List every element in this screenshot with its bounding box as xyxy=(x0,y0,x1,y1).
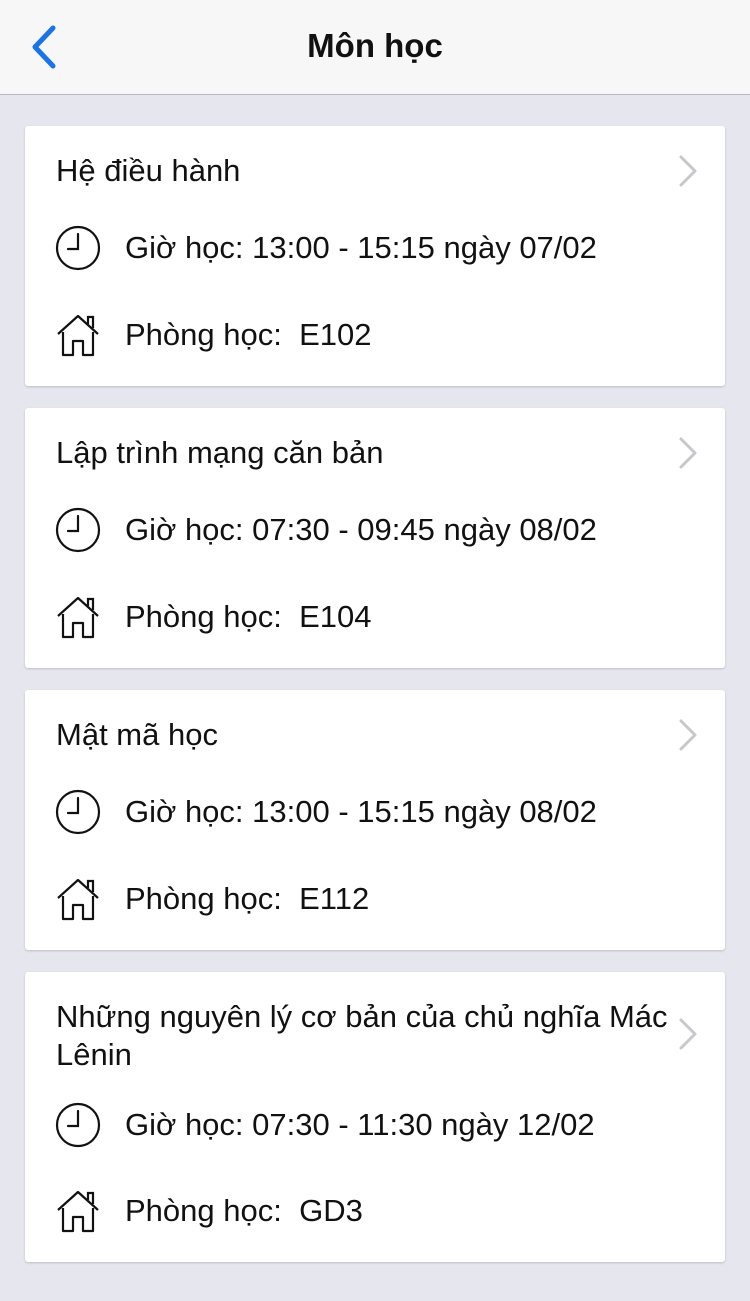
class-time-row: Giờ học: 07:30 - 09:45 ngày 08/02 xyxy=(55,507,597,553)
time-value: 13:00 - 15:15 ngày 08/02 xyxy=(252,794,597,829)
house-icon xyxy=(55,594,101,640)
class-time-row: Giờ học: 13:00 - 15:15 ngày 07/02 xyxy=(55,225,597,271)
time-label: Giờ học: xyxy=(125,230,244,265)
classroom-row: Phòng học: E102 xyxy=(55,312,372,358)
class-time-row: Giờ học: 13:00 - 15:15 ngày 08/02 xyxy=(55,789,597,835)
room-value: E102 xyxy=(299,317,372,352)
course-name: Lập trình mạng căn bản xyxy=(56,435,384,470)
navigation-bar: Môn học xyxy=(0,0,750,95)
course-name: Hệ điều hành xyxy=(56,153,241,188)
room-value: E112 xyxy=(299,881,370,916)
house-icon xyxy=(55,1188,101,1234)
time-value: 07:30 - 11:30 ngày 12/02 xyxy=(252,1107,595,1142)
chevron-right-icon xyxy=(677,154,699,188)
time-label: Giờ học: xyxy=(125,794,244,829)
course-name: Những nguyên lý cơ bản của chủ nghĩa Mác… xyxy=(56,999,668,1072)
time-label: Giờ học: xyxy=(125,512,244,547)
clock-icon xyxy=(55,225,101,271)
time-label: Giờ học: xyxy=(125,1107,244,1142)
classroom-row: Phòng học: GD3 xyxy=(55,1188,363,1234)
room-label: Phòng học: xyxy=(125,1193,282,1228)
room-value: E104 xyxy=(299,599,372,634)
classroom-row: Phòng học: E104 xyxy=(55,594,372,640)
course-card[interactable]: Mật mã học Giờ học: 13:00 - 15:15 ngày 0… xyxy=(25,690,725,950)
house-icon xyxy=(55,312,101,358)
room-label: Phòng học: xyxy=(125,599,282,634)
chevron-right-icon xyxy=(677,1017,699,1051)
chevron-right-icon xyxy=(677,718,699,752)
course-card[interactable]: Lập trình mạng căn bản Giờ học: 07:30 - … xyxy=(25,408,725,668)
classroom-row: Phòng học: E112 xyxy=(55,876,369,922)
course-name: Mật mã học xyxy=(56,717,218,752)
page-title: Môn học xyxy=(307,27,443,64)
course-list: Hệ điều hành Giờ học: 13:00 - 15:15 ngày… xyxy=(25,126,725,1284)
time-value: 07:30 - 09:45 ngày 08/02 xyxy=(252,512,597,547)
clock-icon xyxy=(55,1102,101,1148)
time-value: 13:00 - 15:15 ngày 07/02 xyxy=(252,230,597,265)
clock-icon xyxy=(55,789,101,835)
course-card[interactable]: Những nguyên lý cơ bản của chủ nghĩa Mác… xyxy=(25,972,725,1262)
class-time-row: Giờ học: 07:30 - 11:30 ngày 12/02 xyxy=(55,1102,595,1148)
house-icon xyxy=(55,876,101,922)
chevron-right-icon xyxy=(677,436,699,470)
clock-icon xyxy=(55,507,101,553)
room-value: GD3 xyxy=(299,1193,363,1228)
room-label: Phòng học: xyxy=(125,317,282,352)
course-card[interactable]: Hệ điều hành Giờ học: 13:00 - 15:15 ngày… xyxy=(25,126,725,386)
room-label: Phòng học: xyxy=(125,881,282,916)
